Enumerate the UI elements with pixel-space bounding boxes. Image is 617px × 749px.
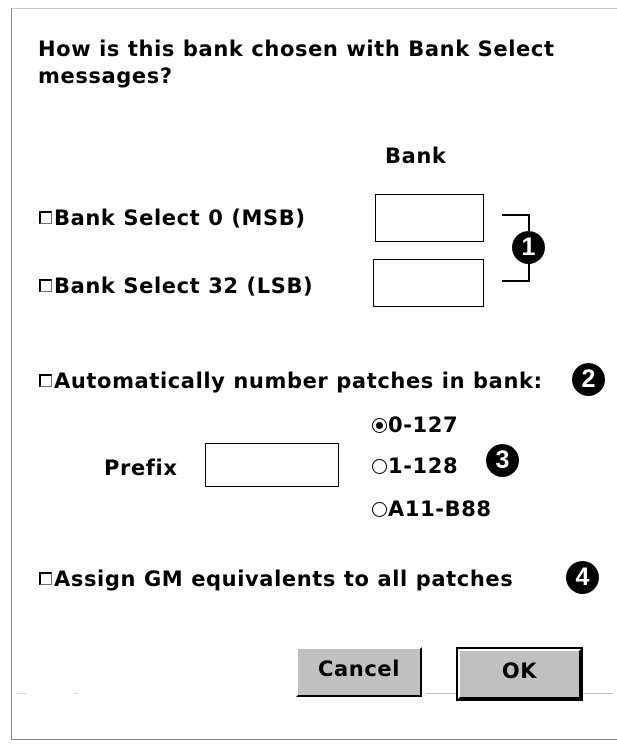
radio-1-128-label: 1-128 (388, 454, 459, 478)
callout-3: 3 (486, 444, 519, 477)
ok-button[interactable]: OK (456, 647, 583, 701)
bank-lsb-input[interactable] (373, 259, 484, 307)
callout-1: 1 (512, 231, 545, 264)
assign-gm-label: Assign GM equivalents to all patches (54, 567, 514, 591)
assign-gm-checkbox[interactable] (39, 572, 52, 585)
radio-a11-b88[interactable] (372, 502, 387, 517)
dialog-question: How is this bank chosen with Bank Select… (38, 37, 555, 88)
bank-select-lsb-checkbox[interactable] (39, 279, 52, 292)
prefix-label: Prefix (104, 456, 178, 480)
callout-4: 4 (566, 561, 599, 594)
radio-a11-b88-label: A11-B88 (388, 497, 492, 521)
bank-select-msb-checkbox[interactable] (39, 211, 52, 224)
radio-0-127-label: 0-127 (388, 413, 459, 437)
radio-1-128[interactable] (372, 459, 387, 474)
bank-msb-input[interactable] (375, 194, 484, 242)
auto-number-label: Automatically number patches in bank: (54, 369, 543, 393)
bank-select-msb-label: Bank Select 0 (MSB) (54, 206, 306, 230)
callout-2: 2 (572, 363, 605, 396)
decor-line-pink (426, 693, 456, 694)
decor-line-pink-2 (583, 693, 613, 694)
auto-number-checkbox[interactable] (39, 374, 52, 387)
radio-0-127[interactable] (372, 418, 387, 433)
bank-column-header: Bank (385, 144, 447, 168)
prefix-input[interactable] (205, 443, 339, 487)
bank-select-lsb-label: Bank Select 32 (LSB) (54, 274, 314, 298)
cancel-button[interactable]: Cancel (296, 647, 422, 697)
decor-line-yellow-2 (74, 693, 79, 694)
decor-line-yellow (16, 693, 26, 694)
